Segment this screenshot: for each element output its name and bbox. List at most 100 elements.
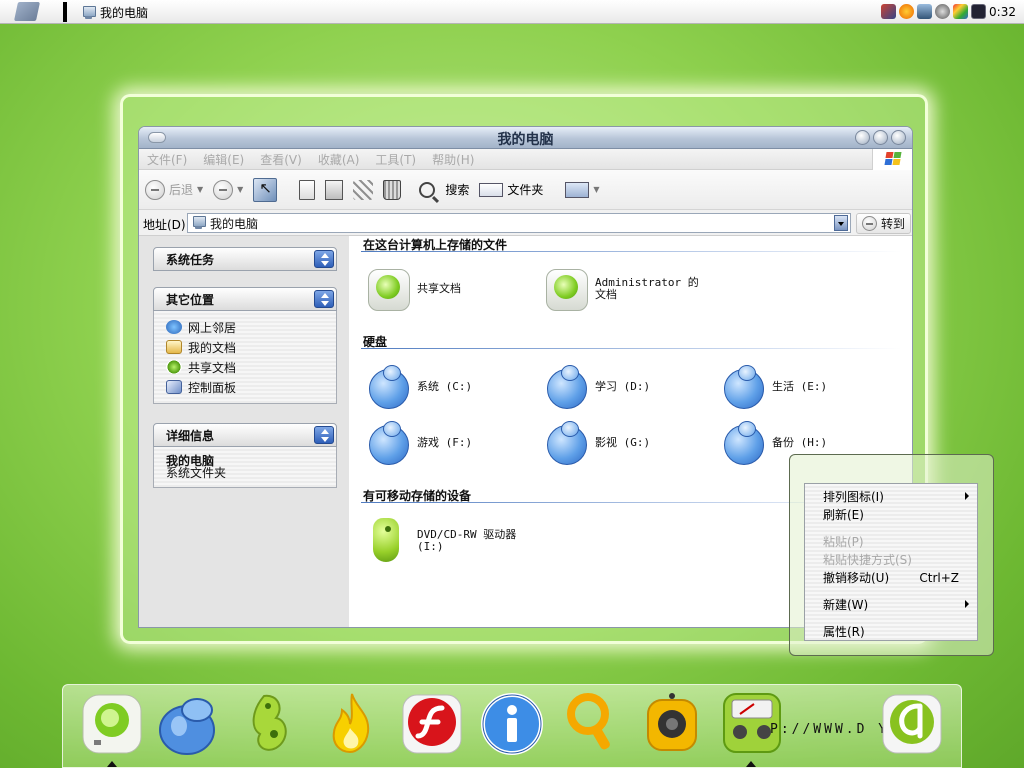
folders-button[interactable]: 文件夹 <box>479 181 543 198</box>
link-shared-documents[interactable]: 共享文档 <box>166 357 336 377</box>
close-button[interactable] <box>891 130 906 145</box>
window-title: 我的电脑 <box>497 132 554 148</box>
network-icon[interactable] <box>881 4 896 19</box>
item-drive-e[interactable]: 生活 (E:) <box>722 365 827 409</box>
item-administrator-documents[interactable]: Administrator 的文档 <box>545 267 707 311</box>
section-divider <box>361 348 901 349</box>
security-icon[interactable] <box>899 4 914 19</box>
link-label: 我的文档 <box>188 340 237 355</box>
search-magnifier-dock-icon[interactable] <box>562 690 626 754</box>
speaker-dock-icon[interactable] <box>640 690 704 754</box>
menu-favorites[interactable]: 收藏(A) <box>318 151 360 168</box>
item-label: 生活 (E:) <box>772 380 828 393</box>
item-dvd-drive[interactable]: DVD/CD-RW 驱动器 (I:) <box>367 516 529 566</box>
hard-disk-icon <box>367 421 409 465</box>
dvd-drive-icon <box>367 516 409 566</box>
dvd-drive-dock-icon[interactable] <box>240 690 304 754</box>
details-header[interactable]: 详细信息 <box>153 423 337 447</box>
language-icon[interactable] <box>971 4 986 19</box>
hard-disk-icon <box>722 421 764 465</box>
taskbar-window-my-computer[interactable]: 我的电脑 <box>82 4 148 21</box>
trash-icon <box>383 179 402 200</box>
copy-button[interactable] <box>299 179 316 200</box>
menu-new[interactable]: 新建(W) <box>805 595 977 613</box>
flame-dock-icon[interactable] <box>320 690 384 754</box>
shared-documents-dock-icon[interactable] <box>80 692 144 756</box>
menu-paste[interactable]: 粘贴(P) <box>805 532 977 550</box>
hard-disk-icon <box>545 421 587 465</box>
submenu-arrow-icon <box>965 600 969 608</box>
document-icon <box>299 179 316 200</box>
delete-button[interactable] <box>383 179 402 200</box>
clipboard-icon <box>325 179 344 200</box>
back-button[interactable]: 后退 ▼ <box>145 179 203 200</box>
task-pane: 系统任务 其它位置 网上邻居 我的文档 共享文档 控制面板 详细信息 我的电脑 … <box>139 236 349 627</box>
link-label: 控制面板 <box>188 380 237 395</box>
item-label: 系统 (C:) <box>417 380 473 393</box>
network-places-icon <box>166 320 182 334</box>
address-dropdown-button[interactable] <box>834 215 848 231</box>
expand-toggle-icon[interactable] <box>314 250 334 268</box>
menu-edit[interactable]: 编辑(E) <box>203 151 244 168</box>
window-controls <box>855 130 906 145</box>
item-label: 共享文档 <box>417 282 461 295</box>
collapse-toggle-icon[interactable] <box>314 290 334 308</box>
clock[interactable]: 0:32 <box>989 5 1016 19</box>
details-body: 我的电脑 系统文件夹 <box>153 447 337 488</box>
menu-file[interactable]: 文件(F) <box>147 151 187 168</box>
menu-tools[interactable]: 工具(T) <box>375 151 416 168</box>
details-panel: 详细信息 我的电脑 系统文件夹 <box>153 423 337 488</box>
start-windows-icon[interactable] <box>13 2 41 21</box>
item-drive-d[interactable]: 学习 (D:) <box>545 365 650 409</box>
item-shared-documents[interactable]: 共享文档 <box>367 267 461 311</box>
menu-paste-shortcut[interactable]: 粘贴快捷方式(S) <box>805 550 977 568</box>
address-input[interactable]: 我的电脑 <box>187 213 851 233</box>
item-drive-g[interactable]: 影视 (G:) <box>545 421 650 465</box>
link-network-places[interactable]: 网上邻居 <box>166 317 336 337</box>
minimize-button[interactable] <box>855 130 870 145</box>
item-drive-c[interactable]: 系统 (C:) <box>367 365 472 409</box>
views-button[interactable]: ▼ <box>565 181 600 198</box>
context-menu: 排列图标(I) 刷新(E) 粘贴(P) 粘贴快捷方式(S) 撤销移动(U) Ct… <box>804 483 978 641</box>
title-bar[interactable]: 我的电脑 <box>139 127 912 149</box>
menu-arrange-icons[interactable]: 排列图标(I) <box>805 487 977 505</box>
hard-disk-dock-icon[interactable] <box>157 692 221 756</box>
flash-player-dock-icon[interactable] <box>400 692 464 756</box>
folder-icon <box>166 340 182 354</box>
link-control-panel[interactable]: 控制面板 <box>166 377 336 397</box>
up-folder-button[interactable] <box>253 177 278 202</box>
system-tasks-title: 系统任务 <box>166 252 215 267</box>
section-divider <box>361 251 901 252</box>
color-tray-icon[interactable] <box>953 4 968 19</box>
system-tasks-header[interactable]: 系统任务 <box>153 247 337 271</box>
speaker-icon[interactable] <box>935 4 950 19</box>
control-panel-icon <box>166 380 182 394</box>
menu-properties[interactable]: 属性(R) <box>805 622 977 640</box>
search-button[interactable]: 搜索 <box>419 181 469 198</box>
other-places-header[interactable]: 其它位置 <box>153 287 337 311</box>
forward-button[interactable]: ▼ <box>213 179 243 200</box>
item-drive-f[interactable]: 游戏 (F:) <box>367 421 472 465</box>
maximize-button[interactable] <box>873 130 888 145</box>
go-button[interactable]: 转到 <box>856 213 912 234</box>
monitor-icon[interactable] <box>917 4 932 19</box>
other-places-panel: 其它位置 网上邻居 我的文档 共享文档 控制面板 <box>153 287 337 404</box>
folders-icon <box>479 182 504 197</box>
taskbar-window-label: 我的电脑 <box>100 6 149 20</box>
dreamweaver-dock-icon[interactable] <box>880 692 944 756</box>
up-folder-icon <box>253 177 278 202</box>
menu-separator <box>805 523 977 532</box>
paste-button[interactable] <box>325 179 344 200</box>
menu-label: 属性(R) <box>823 624 865 639</box>
item-label: 游戏 (F:) <box>417 436 473 449</box>
cut-button[interactable] <box>353 179 374 200</box>
menu-refresh[interactable]: 刷新(E) <box>805 505 977 523</box>
menu-help[interactable]: 帮助(H) <box>432 151 474 168</box>
collapse-toggle-icon[interactable] <box>314 426 334 444</box>
info-dock-icon[interactable] <box>480 692 544 756</box>
link-label: 共享文档 <box>188 360 237 375</box>
menu-view[interactable]: 查看(V) <box>260 151 302 168</box>
submenu-arrow-icon <box>965 492 969 500</box>
menu-undo-move[interactable]: 撤销移动(U) Ctrl+Z <box>805 568 977 586</box>
link-my-documents[interactable]: 我的文档 <box>166 337 336 357</box>
